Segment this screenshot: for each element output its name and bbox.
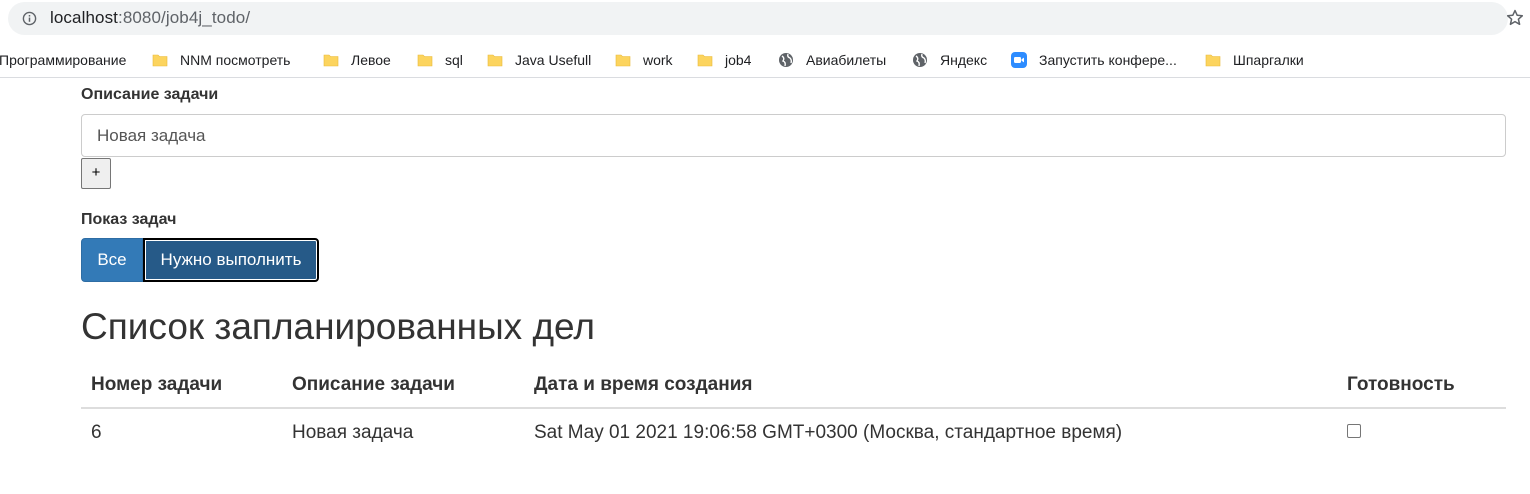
folder-icon [615,54,631,67]
bookmark-item[interactable]: job4 [697,50,751,70]
column-header-created: Дата и время создания [534,374,753,395]
bookmark-label: sql [445,52,463,68]
bookmark-item[interactable]: Яндекс [912,50,987,70]
column-header-number: Номер задачи [91,374,223,395]
table-header: Номер задачи Описание задачи Дата и врем… [81,360,1506,409]
info-icon[interactable] [22,11,37,26]
zoom-video-icon [1011,52,1027,68]
column-header-description: Описание задачи [292,374,455,395]
description-label: Описание задачи [81,86,219,103]
add-task-button[interactable]: + [81,158,111,189]
bookmark-label: Шпаргалки [1233,52,1304,68]
globe-icon [779,53,793,67]
task-created: Sat May 01 2021 19:06:58 GMT+0300 (Москв… [534,422,1123,443]
bookmarks-bar: Программирование NNM посмотреть Левое sq… [0,40,1530,78]
filter-todo-button[interactable]: Нужно выполнить [143,238,319,282]
bookmark-label: Запустить конфере... [1039,52,1177,68]
tasks-table: Номер задачи Описание задачи Дата и врем… [81,360,1506,461]
bookmark-item[interactable]: sql [417,50,463,70]
bookmark-item[interactable]: Программирование [0,50,126,70]
table-row: 6 Новая задача Sat May 01 2021 19:06:58 … [81,409,1506,461]
folder-icon [323,54,339,67]
bookmark-item[interactable]: NNM посмотреть [152,50,290,70]
folder-icon [487,54,503,67]
show-tasks-label: Показ задач [81,211,177,228]
url-path: :8080/job4j_todo/ [118,8,251,27]
page-scrollbar[interactable] [1514,82,1530,494]
globe-icon [913,53,927,67]
bookmark-label: work [643,52,673,68]
browser-address-bar: localhost:8080/job4j_todo/ [0,0,1530,38]
bookmark-item[interactable]: Левое [323,50,391,70]
page-title: Список запланированных дел [81,306,595,347]
bookmark-label: Левое [351,52,391,68]
bookmark-star-icon[interactable] [1505,8,1525,28]
filter-button-group: Все Нужно выполнить [81,238,319,282]
task-description: Новая задача [292,422,414,443]
bookmark-label: NNM посмотреть [180,52,291,68]
folder-icon [697,54,713,67]
bookmark-item[interactable]: Запустить конфере... [1011,50,1177,70]
folder-icon [417,54,433,67]
filter-all-button[interactable]: Все [81,238,143,282]
task-number: 6 [91,422,102,443]
bookmark-label: Яндекс [940,52,988,68]
bookmark-label: job4 [725,52,752,68]
bookmark-item[interactable]: Java Usefull [487,50,591,70]
url-host: localhost [50,8,118,27]
folder-icon [152,54,168,67]
description-input[interactable] [81,114,1506,157]
bookmark-item[interactable]: work [615,50,673,70]
task-done-checkbox[interactable] [1347,424,1361,438]
bookmark-item[interactable]: Шпаргалки [1205,50,1304,70]
bookmark-item[interactable]: Авиабилеты [778,50,886,70]
folder-icon [1205,54,1221,67]
url-text[interactable]: localhost:8080/job4j_todo/ [50,8,250,28]
bookmark-label: Программирование [0,52,127,68]
bookmark-label: Java Usefull [515,52,592,68]
column-header-done: Готовность [1347,374,1455,395]
bookmark-label: Авиабилеты [806,52,887,68]
